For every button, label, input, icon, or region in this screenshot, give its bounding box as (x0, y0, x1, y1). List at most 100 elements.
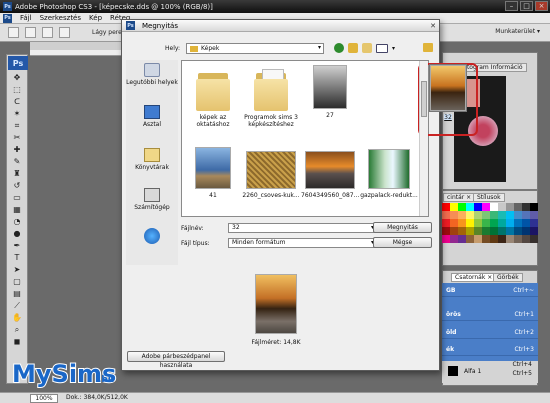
swatch-cell[interactable] (514, 211, 522, 219)
swatch-cell[interactable] (498, 227, 506, 235)
open-button[interactable]: Megnyitás (373, 222, 432, 233)
healing-brush-icon[interactable]: ✚ (10, 145, 24, 154)
channel-row[interactable]: ék Ctrl+3 (442, 344, 538, 356)
swatch-cell[interactable] (498, 211, 506, 219)
list-item[interactable]: képek az oktatáshoz (184, 65, 242, 128)
swatch-cell[interactable] (514, 219, 522, 227)
add-selection-button[interactable] (42, 27, 53, 38)
swatch-cell[interactable] (442, 227, 450, 235)
place-desktop[interactable]: Asztal (126, 105, 178, 128)
chevron-down-icon[interactable]: ▾ (392, 45, 395, 52)
swatch-cell[interactable] (522, 219, 530, 227)
back-icon[interactable] (334, 43, 344, 53)
swatch-cell[interactable] (458, 219, 466, 227)
list-item[interactable]: 41 (184, 147, 242, 199)
swatch-cell[interactable] (442, 219, 450, 227)
filename-field[interactable]: 32▾ (228, 223, 377, 233)
swatch-cell[interactable] (530, 227, 538, 235)
swatch-cell[interactable] (482, 235, 490, 243)
new-folder-icon[interactable] (362, 43, 372, 53)
view-menu-icon[interactable] (376, 43, 388, 53)
swatch-cell[interactable] (442, 203, 450, 211)
channel-row[interactable]: GB Ctrl+~ (442, 285, 538, 297)
file-list-scrollbar[interactable] (419, 61, 428, 216)
swatch-cell[interactable] (458, 235, 466, 243)
type-tool-icon[interactable]: T (10, 253, 24, 262)
dodge-tool-icon[interactable]: ● (10, 229, 24, 238)
swatch-cell[interactable] (474, 227, 482, 235)
swatch-cell[interactable] (450, 227, 458, 235)
marquee-tool-icon[interactable]: ⬚ (10, 85, 24, 94)
swatch-cell[interactable] (530, 219, 538, 227)
slice-tool-icon[interactable]: ✂ (10, 133, 24, 142)
swatch-cell[interactable] (482, 219, 490, 227)
adobe-dialog-button[interactable]: Adobe párbeszédpanel használata (127, 351, 225, 369)
swatch-cell[interactable] (482, 227, 490, 235)
tab-styles[interactable]: Stílusok (473, 193, 505, 202)
swatch-cell[interactable] (442, 235, 450, 243)
marquee-option-button[interactable] (8, 27, 19, 38)
list-item[interactable]: Programok sims 3 képkészítéshez (242, 65, 300, 128)
scrollbar-thumb[interactable] (421, 81, 427, 117)
zoom-tool-icon[interactable]: ⌕ (10, 325, 24, 334)
up-folder-icon[interactable] (348, 43, 358, 53)
eyedropper-icon[interactable]: ⟋ (10, 301, 24, 310)
swatch-cell[interactable] (522, 211, 530, 219)
swatch-cell[interactable] (522, 235, 530, 243)
path-select-icon[interactable]: ➤ (10, 265, 24, 274)
swatch-cell[interactable] (474, 235, 482, 243)
cancel-button[interactable]: Mégse (373, 237, 432, 248)
look-in-dropdown[interactable]: Képek ▾ (186, 43, 325, 54)
zoom-field[interactable]: 100% (30, 394, 58, 403)
filetype-select[interactable]: Minden formátum▾ (228, 238, 377, 248)
swatch-cell[interactable] (466, 235, 474, 243)
stamp-tool-icon[interactable]: ♜ (10, 169, 24, 178)
list-item[interactable]: 27 (301, 65, 359, 119)
swatch-cell[interactable] (466, 227, 474, 235)
swatch-cell[interactable] (498, 235, 506, 243)
eraser-tool-icon[interactable]: ▭ (10, 193, 24, 202)
history-brush-icon[interactable]: ↺ (10, 181, 24, 190)
swatch-cell[interactable] (466, 211, 474, 219)
swatch-cell[interactable] (474, 219, 482, 227)
swatch-cell[interactable] (530, 203, 538, 211)
new-selection-button[interactable] (25, 27, 36, 38)
swatch-cell[interactable] (442, 211, 450, 219)
magic-wand-icon[interactable]: ✶ (10, 109, 24, 118)
color-swatch-icon[interactable]: ◼ (10, 337, 24, 346)
swatch-cell[interactable] (458, 203, 466, 211)
swatch-cell[interactable] (490, 211, 498, 219)
swatch-cell[interactable] (490, 219, 498, 227)
swatch-cell[interactable] (506, 211, 514, 219)
swatch-cell[interactable] (490, 227, 498, 235)
swatch-cell[interactable] (450, 203, 458, 211)
maximize-button[interactable]: □ (520, 1, 533, 11)
ps-menu-icon[interactable]: Ps (3, 13, 12, 23)
list-item[interactable]: 7604349560_087... (301, 151, 359, 199)
swatch-cell[interactable] (506, 227, 514, 235)
tab-curves[interactable]: Görbék (493, 273, 523, 282)
pen-tool-icon[interactable]: ✒ (10, 241, 24, 250)
list-item[interactable]: gazpalack-redukt... (360, 149, 418, 199)
swatch-cell[interactable] (522, 227, 530, 235)
blur-tool-icon[interactable]: ◔ (10, 217, 24, 226)
place-libraries[interactable]: Könyvtárak (126, 148, 178, 171)
swatch-cell[interactable] (514, 235, 522, 243)
brush-tool-icon[interactable]: ✎ (10, 157, 24, 166)
tab-swatches[interactable]: cintár × (443, 193, 476, 202)
subtract-selection-button[interactable] (59, 27, 70, 38)
channel-row[interactable]: öld Ctrl+2 (442, 327, 538, 339)
menu-file[interactable]: Fájl (20, 14, 32, 22)
swatch-cell[interactable] (506, 219, 514, 227)
place-computer[interactable]: Számítógép (126, 188, 178, 211)
place-recent[interactable]: Legutóbbi helyek (126, 63, 178, 86)
swatch-cell[interactable] (458, 227, 466, 235)
close-button[interactable]: × (535, 1, 548, 11)
swatch-cell[interactable] (450, 235, 458, 243)
notes-tool-icon[interactable]: ▤ (10, 289, 24, 298)
swatch-cell[interactable] (498, 219, 506, 227)
alpha-channel-row[interactable]: Alfa 1 Ctrl+4 Ctrl+5 (442, 361, 538, 383)
swatch-cell[interactable] (514, 227, 522, 235)
swatch-cell[interactable] (482, 203, 490, 211)
swatch-cell[interactable] (522, 203, 530, 211)
